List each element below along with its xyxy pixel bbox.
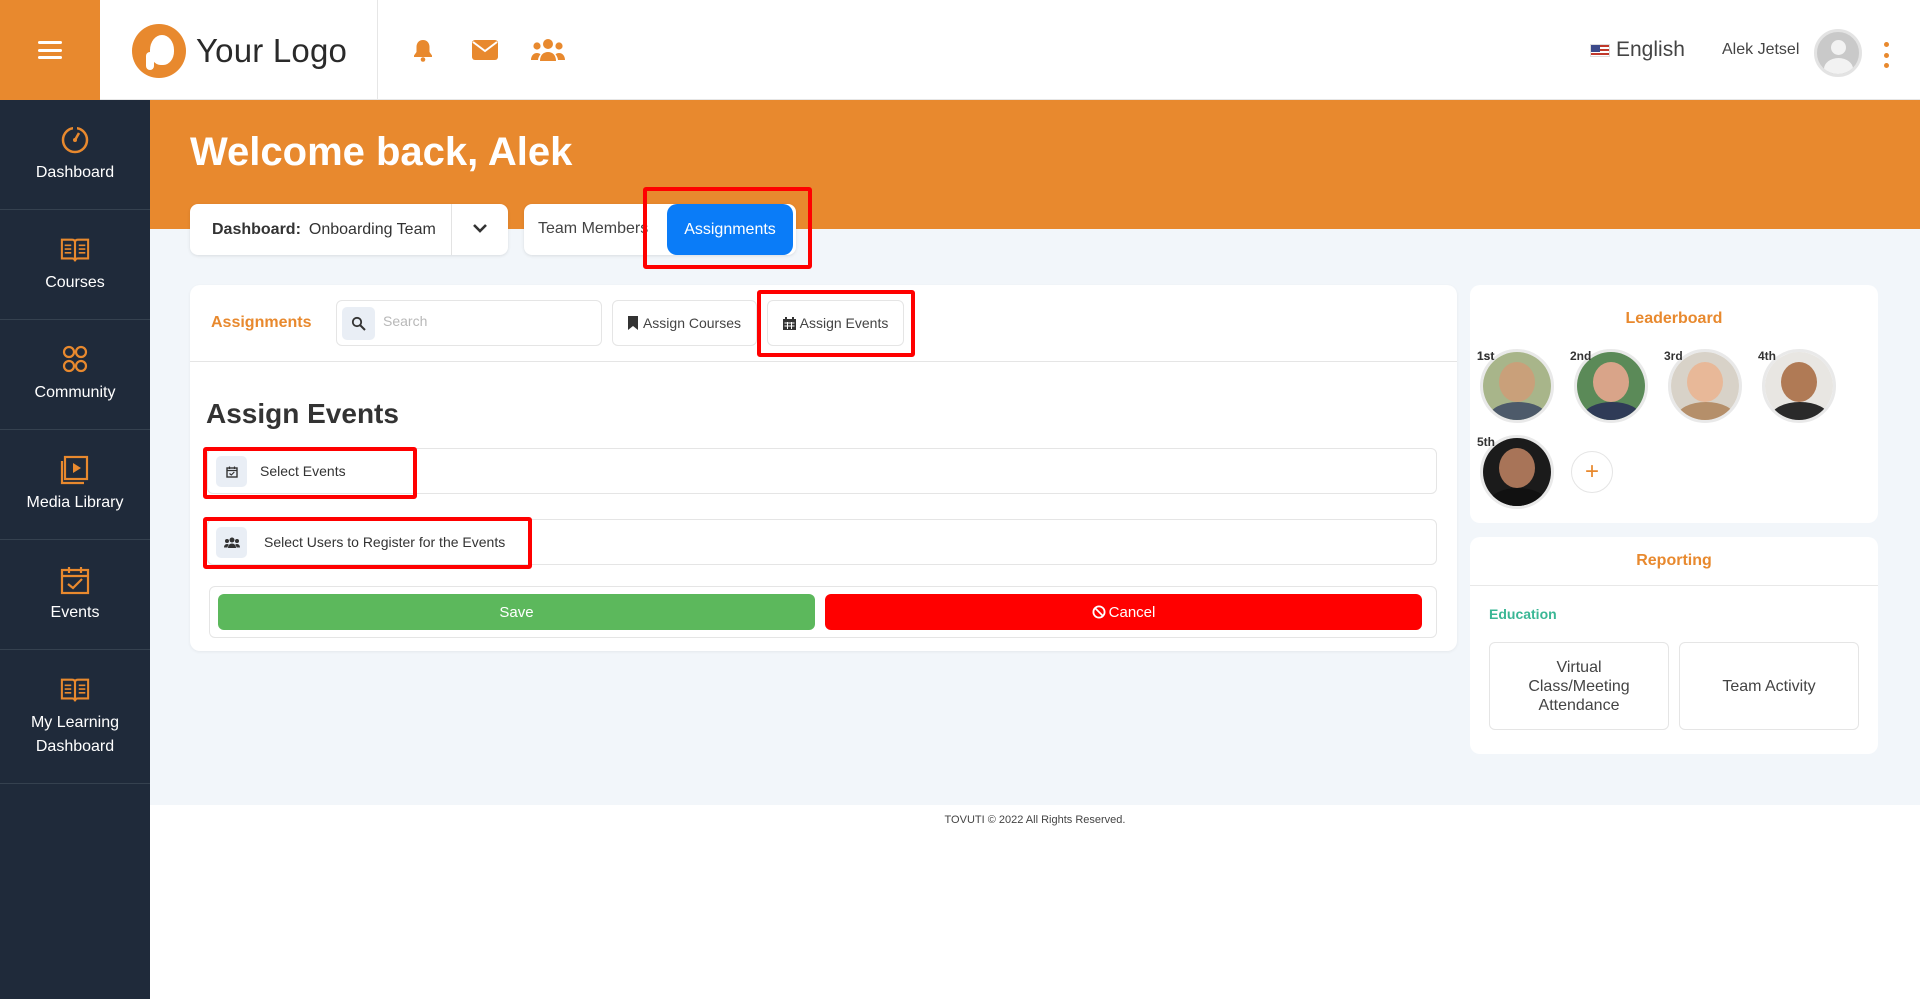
users-icon[interactable] bbox=[531, 36, 565, 64]
sidebar-item-label: Media Library bbox=[26, 493, 124, 511]
highlight-box-select-users bbox=[203, 517, 532, 569]
form-actions: Save Cancel bbox=[209, 586, 1437, 638]
section-title: Assign Events bbox=[206, 398, 399, 429]
report-tile-label: Team Activity bbox=[1722, 677, 1816, 695]
reporting-section-label: Education bbox=[1489, 606, 1557, 622]
bookmark-icon bbox=[627, 316, 638, 330]
report-tile-virtual-class[interactable]: Virtual Class/Meeting Attendance bbox=[1489, 642, 1669, 730]
search-box[interactable] bbox=[336, 300, 602, 346]
assign-courses-button[interactable]: Assign Courses bbox=[612, 300, 757, 346]
sidebar-item-label: Dashboard bbox=[35, 163, 115, 181]
ban-icon bbox=[1092, 605, 1106, 619]
leaderboard-title: Leaderboard bbox=[1625, 310, 1723, 327]
report-tile-label: Virtual Class/Meeting Attendance bbox=[1528, 658, 1630, 714]
highlight-box-select-events bbox=[203, 447, 417, 499]
us-flag-icon bbox=[1590, 43, 1610, 57]
dashboard-select-label: Dashboard: bbox=[212, 220, 301, 238]
logo-text: Your Logo bbox=[196, 32, 348, 69]
bell-icon[interactable] bbox=[409, 36, 437, 64]
search-input[interactable] bbox=[383, 313, 583, 329]
report-tile-team-activity[interactable]: Team Activity bbox=[1679, 642, 1859, 730]
leaderboard-card: Leaderboard 1st 1st 2nd 3rd 4th 5th + bbox=[1470, 285, 1878, 523]
dashboard-gauge-icon bbox=[60, 125, 90, 155]
highlight-box-assignments-tab bbox=[643, 187, 812, 269]
cancel-button[interactable]: Cancel bbox=[825, 594, 1422, 630]
language-label: English bbox=[1616, 38, 1685, 61]
open-book-icon bbox=[60, 675, 90, 705]
sidebar-item-label: Events bbox=[50, 603, 100, 621]
dashboard-select-value: Onboarding Team bbox=[308, 220, 436, 238]
envelope-icon[interactable] bbox=[471, 36, 499, 64]
assignments-card-title: Assignments bbox=[211, 314, 312, 331]
elephant-logo-icon bbox=[132, 24, 186, 78]
footer-text: TOVUTI © 2022 All Rights Reserved. bbox=[944, 814, 1126, 826]
highlight-box-assign-events bbox=[757, 290, 915, 357]
rank-label: 3rd bbox=[1664, 349, 1683, 363]
rank-label: 2nd bbox=[1570, 349, 1592, 363]
sidebar-item-media-library[interactable]: Media Library bbox=[0, 430, 150, 540]
save-label: Save bbox=[499, 603, 534, 621]
save-button[interactable]: Save bbox=[218, 594, 815, 630]
cancel-label: Cancel bbox=[1108, 603, 1156, 621]
community-icon bbox=[60, 345, 90, 375]
user-avatar[interactable] bbox=[1814, 29, 1862, 77]
sidebar-item-events[interactable]: Events bbox=[0, 540, 150, 650]
sidebar: Dashboard Courses Community Media Librar… bbox=[0, 100, 150, 999]
book-icon bbox=[60, 235, 90, 265]
add-icon[interactable]: + bbox=[1571, 451, 1613, 493]
user-name[interactable]: Alek Jetsel bbox=[1722, 41, 1799, 59]
media-library-icon bbox=[60, 455, 90, 485]
top-bar: Your Logo English Alek Jetsel bbox=[0, 0, 1920, 100]
sidebar-item-community[interactable]: Community bbox=[0, 320, 150, 430]
page-title: Welcome back, Alek bbox=[190, 130, 573, 174]
sidebar-item-dashboard[interactable]: Dashboard bbox=[0, 100, 150, 210]
dashboard-select[interactable]: Dashboard: Onboarding Team bbox=[190, 204, 508, 255]
sidebar-item-label: My Learning Dashboard bbox=[30, 713, 120, 755]
footer: TOVUTI © 2022 All Rights Reserved. bbox=[150, 805, 1920, 835]
more-options-icon[interactable] bbox=[1884, 42, 1890, 68]
reporting-title: Reporting bbox=[1470, 537, 1878, 586]
header-divider bbox=[377, 0, 378, 100]
sidebar-item-my-learning-dashboard[interactable]: My Learning Dashboard bbox=[0, 650, 150, 784]
language-selector[interactable]: English bbox=[1590, 38, 1685, 62]
chevron-down-icon[interactable] bbox=[470, 218, 490, 238]
rank-label: 4th bbox=[1758, 349, 1776, 363]
rank-label: 5th bbox=[1477, 435, 1495, 449]
tab-team-members[interactable]: Team Members bbox=[538, 220, 648, 238]
sidebar-item-courses[interactable]: Courses bbox=[0, 210, 150, 320]
reporting-card: Reporting Education Virtual Class/Meetin… bbox=[1470, 537, 1878, 754]
logo[interactable]: Your Logo bbox=[132, 24, 347, 78]
hamburger-menu-button[interactable] bbox=[0, 0, 100, 100]
sidebar-item-label: Community bbox=[34, 383, 116, 401]
calendar-icon bbox=[60, 565, 90, 595]
sidebar-item-label: Courses bbox=[45, 273, 105, 291]
hamburger-icon bbox=[38, 41, 62, 59]
select-divider bbox=[451, 204, 452, 255]
assign-courses-label: Assign Courses bbox=[642, 315, 742, 331]
search-icon bbox=[342, 307, 375, 340]
rank-label: 1st bbox=[1477, 349, 1495, 363]
